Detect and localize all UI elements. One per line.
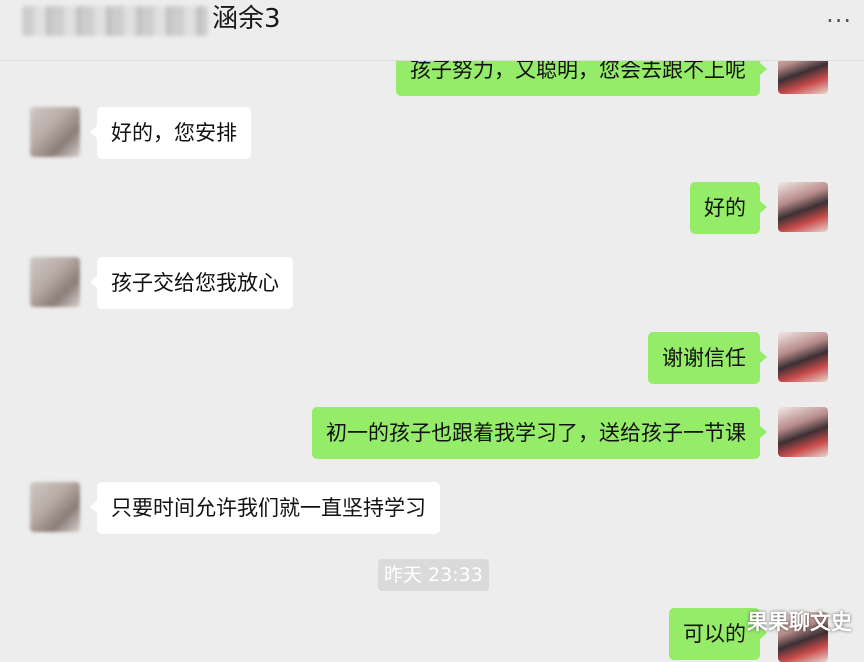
contact-avatar[interactable] <box>30 482 80 532</box>
incoming-message-bubble[interactable]: 孩子交给您我放心 <box>90 257 293 309</box>
self-avatar[interactable] <box>778 332 828 382</box>
incoming-message-bubble[interactable]: 好的，您安排 <box>90 107 251 159</box>
watermark-text: 果果聊文史 <box>747 610 852 634</box>
incoming-message-bubble[interactable]: 只要时间允许我们就一直坚持学习 <box>90 482 440 534</box>
chat-title: 涵余3 <box>212 4 281 34</box>
self-avatar[interactable] <box>778 407 828 457</box>
contact-avatar[interactable] <box>30 107 80 157</box>
message-timestamp: 昨天 23:33 <box>378 559 489 591</box>
outgoing-message-bubble[interactable]: 初一的孩子也跟着我学习了，送给孩子一节课 <box>312 407 767 459</box>
outgoing-message-bubble[interactable]: 好的 <box>690 182 767 234</box>
more-options-icon[interactable]: ··· <box>826 6 852 36</box>
chat-header: 涵余3 ··· <box>0 0 864 61</box>
chat-message-list[interactable]: 孩子努力，又聪明，您会去跟不上呢 好的，您安排 好的 孩子交给您我放心 谢谢信任… <box>0 0 864 662</box>
outgoing-message-bubble[interactable]: 谢谢信任 <box>648 332 767 384</box>
blurred-contact-name <box>22 6 208 36</box>
contact-avatar[interactable] <box>30 257 80 307</box>
self-avatar[interactable] <box>778 182 828 232</box>
